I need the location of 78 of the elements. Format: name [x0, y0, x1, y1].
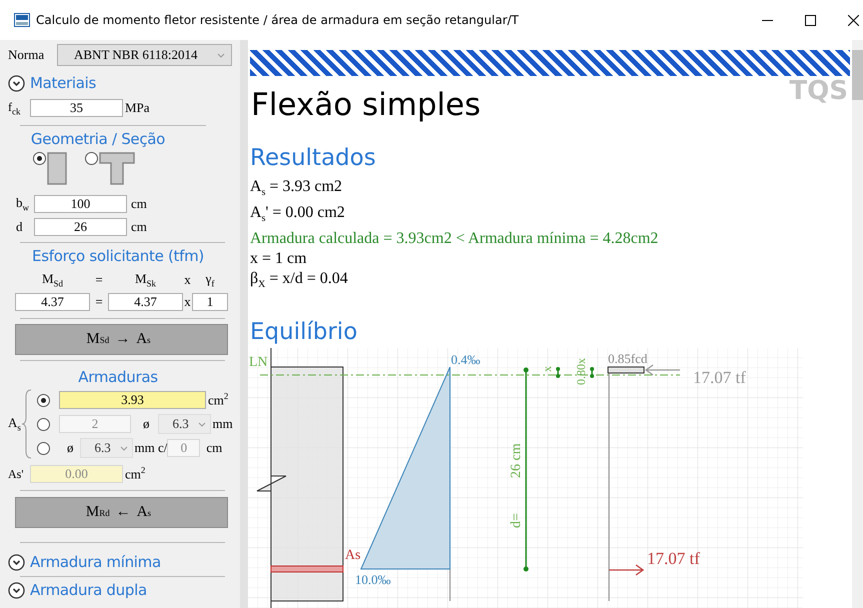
unit-label: mm	[212, 416, 233, 432]
brace-icon	[21, 389, 33, 459]
strain-label: 10.0‰	[355, 572, 391, 587]
column-heading: x	[184, 272, 191, 288]
unit-label: MPa	[125, 100, 150, 116]
strain-label: 0.4‰	[451, 352, 480, 367]
section-header[interactable]: Armadura dupla	[30, 581, 147, 599]
section-heading: Equilíbrio	[250, 318, 358, 345]
chevron-icon[interactable]	[8, 582, 25, 598]
caret-icon	[198, 422, 206, 426]
compression-arrow	[644, 364, 681, 376]
section-title: Esforço solicitante (tfm)	[32, 247, 204, 265]
chevron-icon[interactable]	[8, 74, 25, 92]
column-heading: =	[95, 272, 103, 288]
result-line: x = 1 cm	[250, 249, 308, 270]
norma-label: Norma	[8, 47, 46, 63]
unit-label: cm	[131, 196, 147, 212]
section-header[interactable]: Armadura mínima	[30, 553, 161, 571]
unit-label: cm	[131, 218, 147, 234]
column-heading: M$_{Sd}$	[42, 271, 64, 289]
diameter-symbol: ø	[67, 440, 74, 456]
x-marker	[556, 366, 560, 378]
caret-icon	[120, 446, 128, 450]
section-title: Geometria / Seção	[30, 130, 166, 148]
result-line: Armadura calculada = 3.93cm2 < Armadura mínima = 4.28cm2	[250, 229, 660, 250]
column-heading: M$_{Sk}$	[134, 271, 156, 289]
gamma-field[interactable]: 1	[192, 293, 228, 311]
unit-label: mm c/	[134, 440, 168, 456]
times-sign: x	[184, 294, 191, 310]
dimension-field[interactable]: 100	[34, 194, 127, 212]
area-field[interactable]: 3.93	[59, 391, 206, 409]
unit-label: cm	[206, 440, 222, 456]
section-heading: Resultados	[250, 145, 377, 171]
stress-block	[608, 366, 644, 374]
dimension-label: d=	[509, 512, 524, 528]
logo: TQS	[789, 76, 848, 106]
unit-label: cm$^{2}$	[125, 465, 146, 483]
field-label: f$_{ck}$	[8, 100, 22, 116]
result-line: β$_{X}$ = x/d = 0.04	[250, 269, 349, 293]
chevron-icon[interactable]	[8, 554, 25, 570]
result-line: A$_{s}$' = 0.00 cm2	[250, 203, 346, 226]
field-label: A$_{s}$	[8, 415, 21, 433]
dimension-field[interactable]: 26	[34, 218, 127, 236]
msk-field[interactable]: 4.37	[108, 293, 183, 311]
section-title: Armaduras	[78, 368, 158, 386]
caret-icon	[217, 52, 225, 58]
t-section-icon	[99, 152, 135, 184]
stress-label: 0.85fcd	[608, 350, 648, 366]
force-label: 17.07 tf	[647, 548, 700, 568]
tension-arrow	[608, 564, 644, 576]
field-label: As'	[8, 466, 24, 482]
radio-button[interactable]	[37, 394, 50, 406]
diameter-symbol: ø	[143, 416, 150, 432]
block-marker	[590, 366, 594, 378]
field-label: b$_{w}$	[15, 194, 30, 212]
x-label: x	[540, 366, 554, 372]
equals-sign: =	[95, 294, 103, 310]
maximize-icon[interactable]	[805, 14, 816, 26]
field-label: d	[15, 218, 24, 234]
scrollbar-thumb[interactable]	[852, 50, 863, 100]
force-label: 17.07 tf	[693, 368, 746, 387]
dimension-label: 26 cm	[509, 442, 524, 478]
radio-button[interactable]	[33, 152, 46, 164]
norma-select[interactable]: ABNT NBR 6118:2014	[57, 44, 232, 66]
column-heading: γ$_{f}$	[206, 271, 214, 289]
unit-label: cm$^{2}$	[208, 391, 228, 409]
app-icon	[14, 13, 30, 27]
close-icon[interactable]	[848, 14, 859, 26]
radio-button[interactable]	[85, 152, 98, 164]
msd-field[interactable]: 4.37	[15, 293, 90, 311]
fck-field[interactable]: 35	[30, 99, 123, 117]
page-title: Flexão simples	[251, 87, 481, 123]
window-title: Calculo de momento fletor resistente / área de armadura em seção retangular/T	[36, 13, 520, 27]
section-header[interactable]: Materiais	[30, 74, 96, 92]
rectangular-section-icon	[47, 152, 67, 184]
neutral-axis-label: LN	[249, 354, 268, 370]
steel-label: As	[345, 548, 361, 563]
result-line: A$_{s}$ = 3.93 cm2	[250, 177, 344, 200]
